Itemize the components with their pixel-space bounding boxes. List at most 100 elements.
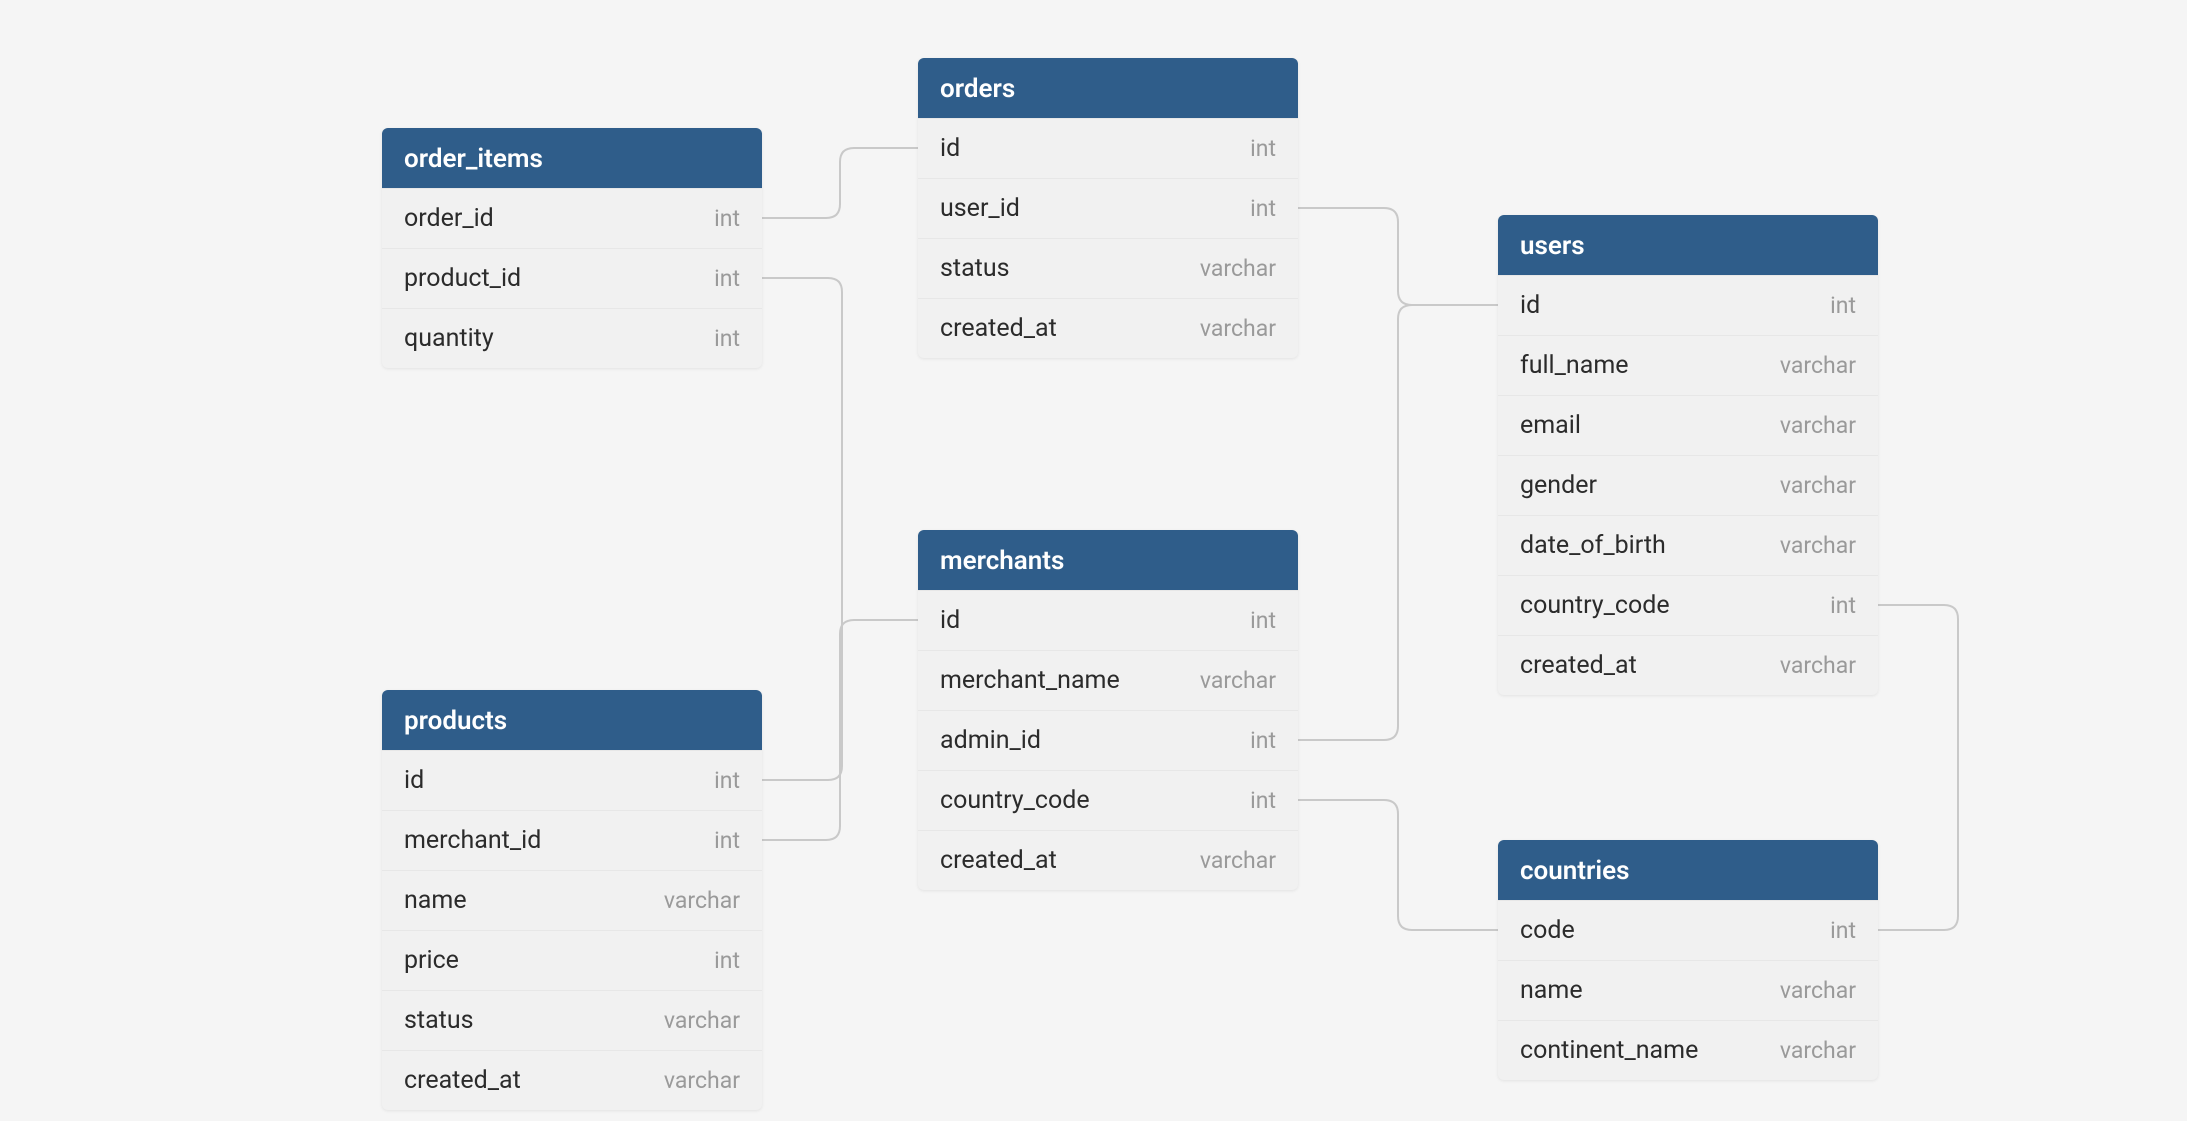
column-name: full_name: [1520, 351, 1629, 380]
connector: [1298, 305, 1498, 740]
connector: [1878, 605, 1958, 930]
table-header[interactable]: orders: [918, 58, 1298, 118]
table-row[interactable]: created_at varchar: [918, 298, 1298, 358]
column-name: status: [940, 254, 1010, 283]
column-type: int: [1250, 607, 1276, 634]
column-name: name: [1520, 976, 1583, 1005]
table-row[interactable]: user_id int: [918, 178, 1298, 238]
connector: [1298, 800, 1498, 930]
column-type: int: [714, 205, 740, 232]
table-row[interactable]: product_id int: [382, 248, 762, 308]
column-name: email: [1520, 411, 1581, 440]
table-row[interactable]: quantity int: [382, 308, 762, 368]
column-type: int: [1830, 917, 1856, 944]
column-name: status: [404, 1006, 474, 1035]
column-type: int: [1250, 787, 1276, 814]
column-type: varchar: [1200, 255, 1276, 282]
table-merchants[interactable]: merchantsidintmerchant_namevarcharadmin_…: [918, 530, 1298, 890]
column-type: varchar: [664, 887, 740, 914]
connector: [1298, 208, 1498, 305]
column-type: int: [1250, 727, 1276, 754]
column-name: order_id: [404, 204, 494, 233]
connector: [762, 148, 918, 218]
column-name: gender: [1520, 471, 1597, 500]
column-type: int: [714, 947, 740, 974]
column-name: price: [404, 946, 459, 975]
table-row[interactable]: name varchar: [1498, 960, 1878, 1020]
erd-canvas[interactable]: order_itemsorder_idintproduct_idintquant…: [0, 0, 2187, 1121]
column-type: varchar: [664, 1067, 740, 1094]
column-type: varchar: [1200, 315, 1276, 342]
column-name: code: [1520, 916, 1575, 945]
column-type: varchar: [1780, 352, 1856, 379]
table-countries[interactable]: countriescodeintnamevarcharcontinent_nam…: [1498, 840, 1878, 1080]
table-row[interactable]: created_at varchar: [918, 830, 1298, 890]
column-name: created_at: [404, 1066, 521, 1095]
table-header[interactable]: countries: [1498, 840, 1878, 900]
table-row[interactable]: country_code int: [1498, 575, 1878, 635]
column-name: created_at: [940, 314, 1057, 343]
column-type: int: [714, 325, 740, 352]
column-name: id: [940, 134, 960, 163]
table-row[interactable]: email varchar: [1498, 395, 1878, 455]
column-type: varchar: [1780, 977, 1856, 1004]
column-type: int: [714, 827, 740, 854]
column-name: id: [404, 766, 424, 795]
column-name: created_at: [1520, 651, 1637, 680]
table-row[interactable]: price int: [382, 930, 762, 990]
column-type: int: [1250, 135, 1276, 162]
table-header[interactable]: users: [1498, 215, 1878, 275]
table-row[interactable]: continent_name varchar: [1498, 1020, 1878, 1080]
column-name: country_code: [1520, 591, 1670, 620]
table-row[interactable]: name varchar: [382, 870, 762, 930]
table-row[interactable]: status varchar: [382, 990, 762, 1050]
column-name: continent_name: [1520, 1036, 1698, 1065]
column-type: varchar: [1780, 412, 1856, 439]
table-header[interactable]: order_items: [382, 128, 762, 188]
table-row[interactable]: id int: [1498, 275, 1878, 335]
column-name: admin_id: [940, 726, 1041, 755]
table-order_items[interactable]: order_itemsorder_idintproduct_idintquant…: [382, 128, 762, 368]
table-row[interactable]: merchant_name varchar: [918, 650, 1298, 710]
column-type: varchar: [1780, 1037, 1856, 1064]
column-name: merchant_id: [404, 826, 541, 855]
table-row[interactable]: date_of_birthvarchar: [1498, 515, 1878, 575]
column-type: int: [1830, 292, 1856, 319]
table-row[interactable]: order_id int: [382, 188, 762, 248]
table-row[interactable]: created_at varchar: [382, 1050, 762, 1110]
table-header[interactable]: products: [382, 690, 762, 750]
column-name: country_code: [940, 786, 1090, 815]
column-type: int: [714, 265, 740, 292]
table-row[interactable]: code int: [1498, 900, 1878, 960]
column-type: varchar: [1780, 532, 1856, 559]
column-type: int: [1250, 195, 1276, 222]
column-type: varchar: [1200, 847, 1276, 874]
table-orders[interactable]: ordersidintuser_idintstatusvarcharcreate…: [918, 58, 1298, 358]
column-name: name: [404, 886, 467, 915]
table-row[interactable]: country_code int: [918, 770, 1298, 830]
column-name: id: [1520, 291, 1540, 320]
column-name: quantity: [404, 324, 494, 353]
table-users[interactable]: usersidintfull_namevarcharemailvarcharge…: [1498, 215, 1878, 695]
column-name: merchant_name: [940, 666, 1120, 695]
table-row[interactable]: status varchar: [918, 238, 1298, 298]
table-row[interactable]: id int: [918, 590, 1298, 650]
column-type: varchar: [664, 1007, 740, 1034]
column-name: user_id: [940, 194, 1020, 223]
table-row[interactable]: idint: [382, 750, 762, 810]
table-row[interactable]: admin_id int: [918, 710, 1298, 770]
table-row[interactable]: gendervarchar: [1498, 455, 1878, 515]
column-type: varchar: [1780, 652, 1856, 679]
column-type: int: [1830, 592, 1856, 619]
column-name: product_id: [404, 264, 521, 293]
table-products[interactable]: productsidintmerchant_idintnamevarcharpr…: [382, 690, 762, 1110]
table-header[interactable]: merchants: [918, 530, 1298, 590]
connector: [762, 620, 918, 840]
column-name: created_at: [940, 846, 1057, 875]
table-row[interactable]: id int: [918, 118, 1298, 178]
column-type: varchar: [1200, 667, 1276, 694]
table-row[interactable]: created_at varchar: [1498, 635, 1878, 695]
table-row[interactable]: full_name varchar: [1498, 335, 1878, 395]
table-row[interactable]: merchant_id int: [382, 810, 762, 870]
column-name: id: [940, 606, 960, 635]
